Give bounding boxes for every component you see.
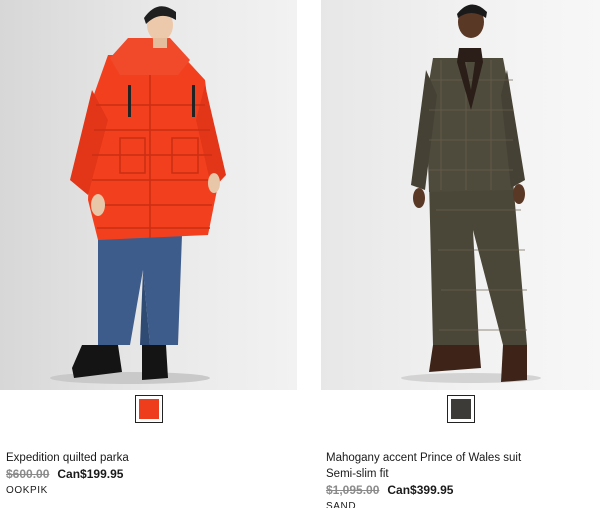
product-title[interactable]: Mahogany accent Prince of Wales suit <box>326 450 600 466</box>
original-price: $600.00 <box>6 467 50 481</box>
sale-price: Can$399.95 <box>387 483 454 497</box>
swatch-color <box>450 399 471 419</box>
product-image[interactable] <box>321 0 600 390</box>
product-card[interactable]: Mahogany accent Prince of Wales suit Sem… <box>321 0 600 508</box>
color-swatch[interactable] <box>134 395 163 423</box>
product-card[interactable]: Expedition quilted parka $600.00 Can$199.… <box>0 0 297 496</box>
product-info: Mahogany accent Prince of Wales suit Sem… <box>326 450 600 508</box>
price-row: $600.00 Can$199.95 <box>6 466 297 483</box>
color-swatches <box>321 395 600 425</box>
product-title[interactable]: Expedition quilted parka <box>6 450 297 466</box>
original-price: $1,095.00 <box>326 483 380 497</box>
color-swatches <box>0 395 297 425</box>
product-image[interactable] <box>0 0 297 390</box>
price-row: $1,095.00 Can$399.95 <box>326 482 600 499</box>
product-brand: OOKPIK <box>6 485 48 496</box>
parka-illustration <box>50 6 226 384</box>
product-brand: SAND <box>326 501 357 508</box>
product-info: Expedition quilted parka $600.00 Can$199.… <box>6 450 297 499</box>
product-fit: Semi-slim fit <box>326 468 389 480</box>
suit-illustration <box>401 4 541 383</box>
swatch-color <box>138 399 159 419</box>
color-swatch[interactable] <box>446 395 475 423</box>
sale-price: Can$199.95 <box>57 467 124 481</box>
